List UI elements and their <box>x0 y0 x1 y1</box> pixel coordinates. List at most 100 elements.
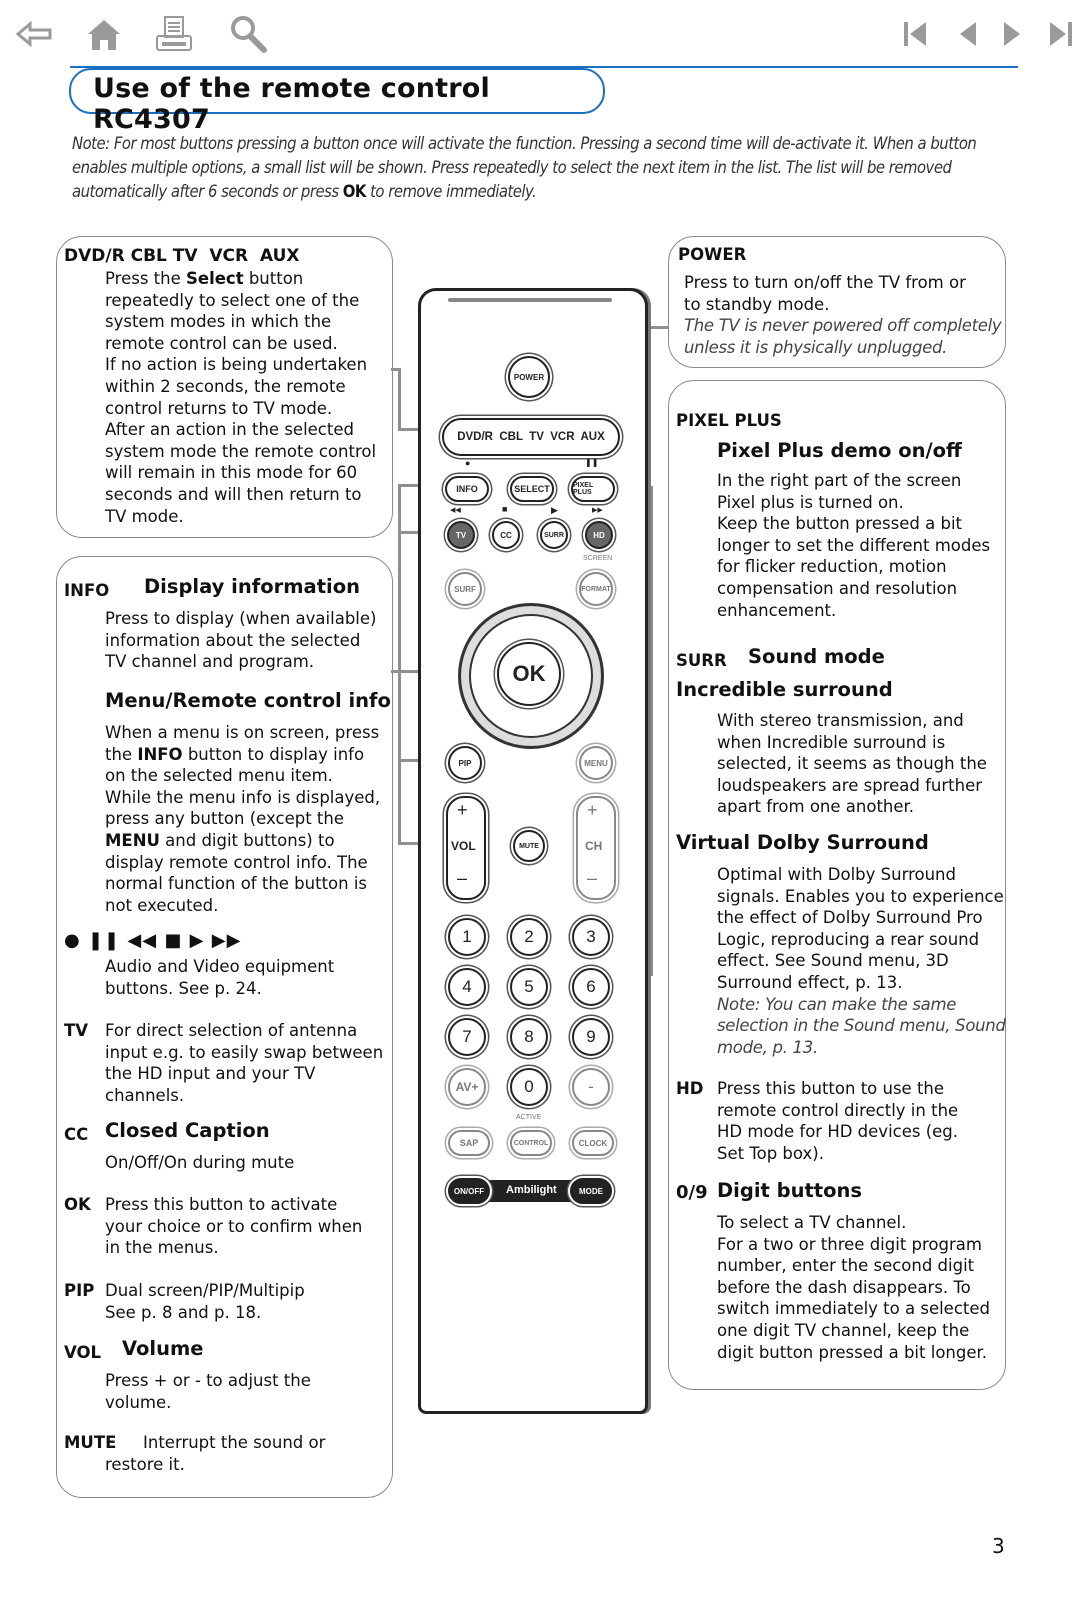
remote-format-button[interactable]: FORMAT <box>579 572 613 606</box>
search-icon[interactable] <box>228 14 268 54</box>
text: signals. Enables you to experience <box>717 886 1004 906</box>
tv-key: TV <box>64 1021 89 1040</box>
text: not executed. <box>105 895 219 915</box>
print-icon[interactable] <box>154 14 194 54</box>
remote-info-button[interactable]: INFO <box>445 476 489 502</box>
pip-body: Dual screen/PIP/Multipip See p. 8 and p.… <box>105 1280 305 1323</box>
cc-title: Closed Caption <box>105 1119 270 1142</box>
text: display remote control info. The <box>105 852 368 872</box>
text: enhancement. <box>717 600 837 620</box>
text: repeatedly to select one of the <box>105 290 360 310</box>
remote-clock-button[interactable]: CLOCK <box>572 1130 614 1156</box>
surr-title: Sound mode <box>748 645 885 668</box>
text: loudspeakers are spread further <box>717 775 982 795</box>
ff-symbol: ▶▶ <box>592 507 603 514</box>
text: on the selected menu item. <box>105 766 333 786</box>
modes-heading: DVD/R CBL TV VCR AUX <box>64 246 300 266</box>
note-ok: OK <box>342 182 367 201</box>
info-bold: INFO <box>137 744 183 764</box>
text: effect. See Sound menu, 3D <box>717 951 949 971</box>
active-label: ACTIVE <box>516 1114 542 1121</box>
previous-page-icon[interactable] <box>948 14 988 54</box>
first-page-icon[interactable] <box>898 14 938 54</box>
vol-plus[interactable]: + <box>457 800 468 821</box>
remote-pip-button[interactable]: PIP <box>448 746 482 780</box>
power-note: The TV is never powered off completely <box>684 316 1002 336</box>
last-page-icon[interactable] <box>1038 14 1078 54</box>
dolby-body: Optimal with Dolby Surround signals. Ena… <box>717 864 1017 1058</box>
next-page-icon[interactable] <box>992 14 1032 54</box>
text: channels. <box>105 1085 185 1105</box>
remote-surf-button[interactable]: SURF <box>448 572 482 606</box>
pixel-title: Pixel Plus demo on/off <box>717 439 962 462</box>
info-key: INFO <box>64 581 110 600</box>
connector-line <box>398 484 401 844</box>
text: For direct selection of antenna <box>105 1021 358 1040</box>
text: restore it. <box>105 1454 185 1474</box>
digit-1-button[interactable]: 1 <box>448 918 486 956</box>
text: TV channel and program. <box>105 652 315 672</box>
remote-av-button[interactable]: AV+ <box>448 1068 486 1106</box>
remote-menu-button[interactable]: MENU <box>579 746 613 780</box>
text: Press this button to activate <box>105 1195 338 1214</box>
page-number: 3 <box>992 1534 1005 1558</box>
text: After an action in the selected <box>105 420 354 440</box>
remote-ok-button[interactable]: OK <box>497 642 561 706</box>
digit-6-button[interactable]: 6 <box>572 968 610 1006</box>
remote-mode-strip[interactable]: DVD/R CBL TV VCR AUX <box>442 418 620 456</box>
text: To select a TV channel. <box>717 1213 907 1232</box>
remote-surr-button[interactable]: SURR <box>540 521 568 549</box>
text: Logic, reproducing a rear sound <box>717 929 980 949</box>
digit-3-button[interactable]: 3 <box>572 918 610 956</box>
dolby-note: Note: You can make the same <box>717 994 957 1014</box>
cc-body: On/Off/On during mute <box>105 1153 295 1172</box>
home-icon[interactable] <box>84 14 124 54</box>
digit-9-button[interactable]: 9 <box>572 1018 610 1056</box>
digit-7-button[interactable]: 7 <box>448 1018 486 1056</box>
ambilight-onoff-button[interactable]: ON/OFF <box>448 1178 490 1204</box>
back-arrow-icon[interactable] <box>14 14 54 54</box>
remote-sap-button[interactable]: SAP <box>448 1130 490 1156</box>
text: For a two or three digit program <box>717 1234 982 1254</box>
text: buttons. See p. 24. <box>105 978 262 998</box>
vol-label: VOL <box>451 839 476 853</box>
power-key: POWER <box>678 245 747 264</box>
ambilight-mode-button[interactable]: MODE <box>570 1178 612 1204</box>
text: control returns to TV mode. <box>105 398 333 418</box>
connector-line <box>398 368 401 430</box>
info-body: Press to display (when available) inform… <box>105 608 376 673</box>
remote-active-control-button[interactable]: CONTROL <box>510 1130 552 1156</box>
play-symbol: ▶ <box>551 505 558 515</box>
menu-info-title: Menu/Remote control info <box>105 689 391 712</box>
connector-line <box>646 326 668 329</box>
remote-hd-button[interactable]: HD <box>585 521 613 549</box>
text: With stereo transmission, and <box>717 711 964 730</box>
remote-power-button[interactable]: POWER <box>508 356 550 398</box>
ch-plus[interactable]: + <box>587 800 598 821</box>
text: apart from one another. <box>717 797 915 817</box>
digits-body: To select a TV channel. For a two or thr… <box>717 1212 1017 1363</box>
text: the effect of Dolby Surround Pro <box>717 908 983 928</box>
digit-2-button[interactable]: 2 <box>510 918 548 956</box>
remote-dash-button[interactable]: - <box>572 1068 610 1106</box>
ambilight-label: Ambilight <box>506 1184 557 1196</box>
remote-tv-button[interactable]: TV <box>447 521 475 549</box>
pixel-key: PIXEL PLUS <box>676 411 782 430</box>
pause-symbol: ❚❚ <box>585 458 599 467</box>
remote-mute-button[interactable]: MUTE <box>513 830 545 862</box>
dolby-title: Virtual Dolby Surround <box>676 831 929 854</box>
text: switch immediately to a selected <box>717 1299 990 1319</box>
av-body: Audio and Video equipment buttons. See p… <box>105 956 334 999</box>
remote-select-button[interactable]: SELECT <box>510 476 554 502</box>
cc-key: CC <box>64 1125 89 1144</box>
ch-minus[interactable]: – <box>587 868 597 889</box>
digit-8-button[interactable]: 8 <box>510 1018 548 1056</box>
digit-5-button[interactable]: 5 <box>510 968 548 1006</box>
remote-cc-button[interactable]: CC <box>492 521 520 549</box>
remote-pixel-plus-button[interactable]: PIXEL PLUS <box>571 476 615 502</box>
digit-0-button[interactable]: 0 <box>510 1068 548 1106</box>
digit-4-button[interactable]: 4 <box>448 968 486 1006</box>
vol-minus[interactable]: – <box>457 868 467 889</box>
mute-body: Interrupt the sound or restore it. <box>105 1432 325 1475</box>
text: compensation and resolution <box>717 578 958 598</box>
